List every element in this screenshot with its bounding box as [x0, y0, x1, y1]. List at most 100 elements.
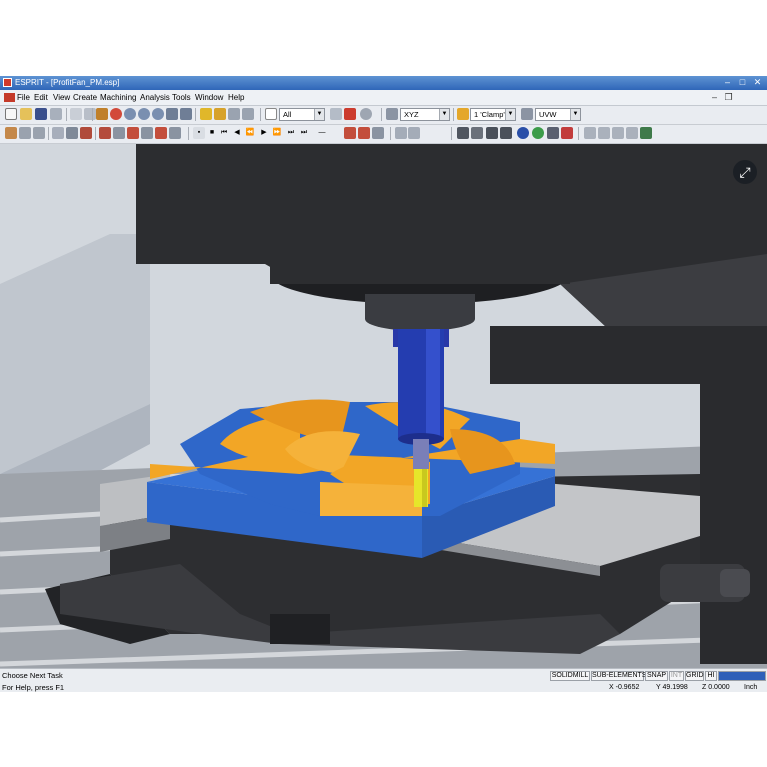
feature-icon[interactable]	[52, 127, 64, 139]
menu-file[interactable]: File	[17, 93, 30, 102]
mode-int[interactable]: INT	[669, 671, 684, 681]
menu-window[interactable]: Window	[195, 93, 223, 102]
cutter-compare-icon[interactable]	[395, 127, 407, 139]
machine-setup-icon[interactable]	[5, 127, 17, 139]
simulation-tool-icon[interactable]	[344, 127, 356, 139]
previous-operation-icon[interactable]: ⏪	[244, 127, 256, 139]
collision-color-icon[interactable]	[561, 127, 573, 139]
delete-icon[interactable]	[344, 108, 356, 120]
snap-icon[interactable]	[626, 127, 638, 139]
verify-icon[interactable]	[640, 127, 652, 139]
simulation-options-icon[interactable]: ▪	[193, 127, 205, 139]
fullscreen-expand-icon[interactable]: ⤢	[733, 160, 757, 184]
cut-icon[interactable]	[70, 108, 82, 120]
rotate-view-icon[interactable]	[166, 108, 178, 120]
toolbar-separator	[453, 108, 454, 121]
measure-icon[interactable]	[584, 127, 596, 139]
play-icon[interactable]: ▶	[258, 127, 270, 139]
zoom-window-icon[interactable]	[110, 108, 122, 120]
mode-hi[interactable]: HI	[705, 671, 717, 681]
close-button[interactable]: ✕	[751, 77, 764, 88]
esprit-app-icon[interactable]	[3, 78, 12, 87]
mode-grid[interactable]: GRID	[685, 671, 704, 681]
menu-view[interactable]: View	[53, 93, 70, 102]
menu-machining[interactable]: Machining	[100, 93, 136, 102]
work-plane-icon[interactable]	[457, 108, 469, 120]
menu-analysis[interactable]: Analysis	[140, 93, 170, 102]
menu-tools[interactable]: Tools	[172, 93, 191, 102]
stock-icon[interactable]	[19, 127, 31, 139]
status-prompt: Choose Next Task	[2, 671, 63, 680]
operation-icon[interactable]	[80, 127, 92, 139]
mode-solidmill[interactable]: SOLIDMILL	[550, 671, 590, 681]
chevron-down-icon: ▼	[505, 109, 515, 120]
tool-library-icon[interactable]	[99, 127, 111, 139]
highlight-icon[interactable]	[612, 127, 624, 139]
report-icon[interactable]	[169, 127, 181, 139]
nc-code-icon[interactable]	[141, 127, 153, 139]
stop-icon[interactable]: ■	[206, 127, 218, 139]
transparent-view-icon[interactable]	[471, 127, 483, 139]
fixture-icon[interactable]	[33, 127, 45, 139]
toolpath-view-icon[interactable]	[486, 127, 498, 139]
coordinate-mode-select[interactable]: UVW ▼	[535, 108, 581, 121]
chevron-down-icon: ▼	[314, 109, 324, 120]
gouge-check-icon[interactable]	[408, 127, 420, 139]
fixture-color-icon[interactable]	[547, 127, 559, 139]
maximize-button[interactable]: □	[736, 77, 749, 88]
menu-create[interactable]: Create	[73, 93, 97, 102]
menu-edit[interactable]: Edit	[34, 93, 48, 102]
mdi-restore-button[interactable]: ❐	[722, 91, 735, 103]
mode-snap[interactable]: SNAP	[645, 671, 668, 681]
graphics-viewport[interactable]: ⤢	[0, 144, 767, 668]
work-plane-select[interactable]: 1 'Clamp' ▼	[470, 108, 516, 121]
view-plane-select[interactable]: XYZ ▼	[400, 108, 450, 121]
status-bar: Choose Next Task For Help, press F1 SOLI…	[0, 668, 767, 692]
window-title: ESPRIT - [ProfitFan_PM.esp]	[15, 78, 120, 87]
part-color-icon[interactable]	[517, 127, 529, 139]
speed-slider[interactable]: —	[314, 127, 330, 139]
menu-help[interactable]: Help	[228, 93, 244, 102]
open-folder-icon[interactable]	[20, 108, 32, 120]
view-plane-icon[interactable]	[386, 108, 398, 120]
zoom-in-icon[interactable]	[124, 108, 136, 120]
next-operation-icon[interactable]: ⏩	[271, 127, 283, 139]
pan-view-icon[interactable]	[180, 108, 192, 120]
zoom-fit-icon[interactable]	[152, 108, 164, 120]
print-icon[interactable]	[50, 108, 62, 120]
selection-filter-value: All	[283, 110, 292, 119]
simulation-stock-icon[interactable]	[358, 127, 370, 139]
select-pointer-icon[interactable]	[265, 108, 277, 120]
new-file-icon[interactable]	[5, 108, 17, 120]
fast-forward-end-icon[interactable]: ⏭	[285, 127, 297, 139]
toolbar-standard: All ▼ XYZ ▼ 1 'Clamp' ▼ UVW ▼	[0, 106, 767, 125]
machine-view-icon[interactable]	[500, 127, 512, 139]
copy-icon[interactable]	[84, 108, 96, 120]
zoom-out-icon[interactable]	[138, 108, 150, 120]
save-icon[interactable]	[35, 108, 47, 120]
layers-icon[interactable]	[360, 108, 372, 120]
turret-icon[interactable]	[113, 127, 125, 139]
rewind-start-icon[interactable]: ⏮	[218, 127, 230, 139]
shaded-view-icon[interactable]	[200, 108, 212, 120]
silhouette-icon[interactable]	[242, 108, 254, 120]
section-icon[interactable]	[598, 127, 610, 139]
part-icon[interactable]	[66, 127, 78, 139]
step-back-icon[interactable]: ◀	[231, 127, 243, 139]
process-icon[interactable]	[127, 127, 139, 139]
redraw-icon[interactable]	[96, 108, 108, 120]
step-forward-icon[interactable]: ⏭	[298, 127, 310, 139]
hidden-line-icon[interactable]	[214, 108, 226, 120]
wireframe-icon[interactable]	[228, 108, 240, 120]
stock-color-icon[interactable]	[532, 127, 544, 139]
coordinate-system-icon[interactable]	[521, 108, 533, 120]
post-processor-icon[interactable]	[155, 127, 167, 139]
undo-icon[interactable]	[330, 108, 342, 120]
mdi-minimize-button[interactable]: –	[708, 91, 721, 103]
minimize-button[interactable]: –	[721, 77, 734, 88]
solid-view-icon[interactable]	[457, 127, 469, 139]
simulation-machine-icon[interactable]	[372, 127, 384, 139]
selection-filter-select[interactable]: All ▼	[279, 108, 325, 121]
document-icon[interactable]	[4, 93, 15, 102]
mode-sub-elements[interactable]: SUB-ELEMENTS	[591, 671, 646, 681]
